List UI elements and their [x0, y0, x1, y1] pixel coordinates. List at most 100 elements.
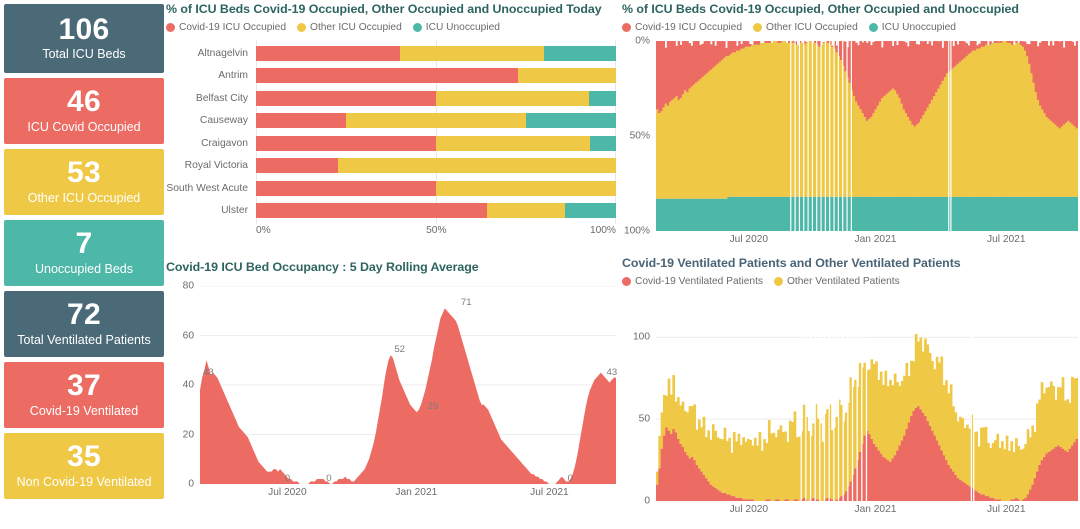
- roll-data-label: 52: [394, 344, 406, 356]
- legend-item[interactable]: Other ICU Occupied: [297, 22, 402, 33]
- panel-roll-title: Covid-19 ICU Bed Occupancy : 5 Day Rolli…: [166, 260, 479, 274]
- hbar-segment[interactable]: [400, 45, 544, 61]
- x-axis-tick: Jul 2021: [530, 487, 569, 498]
- hbar-segment[interactable]: [346, 113, 526, 129]
- roll-data-label: 29: [427, 401, 439, 413]
- panel-roll-plot: 80 60 40 20 0 43 0 0 52 29 71 0 43 Jul 2020 Jan 2021 J…: [166, 281, 618, 499]
- x-axis-tick: Jul 2020: [729, 504, 769, 515]
- hbar-row[interactable]: Royal Victoria: [166, 155, 616, 178]
- hbar-axis-tick: 100%: [589, 225, 616, 236]
- hbar-segment[interactable]: [337, 158, 616, 174]
- legend-swatch-icon: [868, 23, 878, 32]
- roll-data-label: 0: [326, 473, 332, 484]
- pct-y-axis-tick: 0%: [635, 35, 650, 47]
- x-axis-tick: Jul 2021: [986, 504, 1026, 515]
- kpi-label: Other ICU Occupied: [27, 190, 141, 205]
- panel-vent-plot: 100 50 0 Jul 2020 Jan 2021 Jul 2021: [622, 321, 1078, 515]
- pct-area-canvas: 100% 50% 0%: [624, 36, 1078, 237]
- kpi-card-total-ventilated-patients[interactable]: 72 Total Ventilated Patients: [4, 291, 164, 357]
- vent-y-axis-tick: 0: [644, 495, 650, 507]
- pct-y-axis-tick: 100%: [623, 225, 650, 237]
- kpi-value: 46: [67, 85, 101, 119]
- kpi-card-unoccupied-beds[interactable]: 7 Unoccupied Beds: [4, 220, 164, 286]
- panel-icu-beds-today: % of ICU Beds Covid-19 Occupied, Other O…: [166, 2, 616, 258]
- legend-item[interactable]: Covid-19 ICU Occupied: [166, 22, 286, 33]
- panel-rolling-average: Covid-19 ICU Bed Occupancy : 5 Day Rolli…: [166, 260, 618, 529]
- hbar-segment[interactable]: [517, 68, 616, 84]
- hbar-row[interactable]: Ulster: [166, 200, 616, 223]
- kpi-card-column: 106 Total ICU Beds 46 ICU Covid Occupied 53 O…: [4, 4, 164, 529]
- kpi-card-non-covid-19-ventilated[interactable]: 35 Non Covid-19 Ventilated: [4, 433, 164, 499]
- hbar-row[interactable]: South West Acute: [166, 177, 616, 200]
- hbar-segment[interactable]: [256, 203, 488, 219]
- hbar-track: [256, 203, 616, 219]
- legend-item[interactable]: ICU Unoccupied: [412, 22, 500, 33]
- hbar-category-label: Belfast City: [195, 92, 248, 104]
- kpi-value: 37: [67, 369, 101, 403]
- legend-item[interactable]: ICU Unoccupied: [868, 22, 956, 33]
- hbar-segment[interactable]: [436, 90, 589, 106]
- kpi-label: ICU Covid Occupied: [27, 119, 141, 134]
- pct-x-axis: Jul 2020 Jan 2021 Jul 2021: [656, 231, 1078, 247]
- legend-item[interactable]: Covid-19 ICU Occupied: [622, 22, 742, 33]
- hbar-segment[interactable]: [256, 158, 338, 174]
- hbar-track: [256, 180, 616, 196]
- legend-label: ICU Unoccupied: [425, 22, 500, 33]
- kpi-label: Unoccupied Beds: [35, 261, 133, 276]
- pct-stacked-area-svg: [656, 41, 1078, 231]
- legend-label: Covid-19 Ventilated Patients: [635, 276, 763, 287]
- legend-swatch-icon: [753, 23, 763, 32]
- hbar-segment[interactable]: [436, 180, 616, 196]
- legend-item[interactable]: Covid-19 Ventilated Patients: [622, 276, 763, 287]
- hbar-segment[interactable]: [564, 203, 616, 219]
- hbar-bar-rows: Altnagelvin Antrim Belfast City Causeway Cra…: [166, 42, 616, 222]
- vent-area-canvas: 100 50 0: [633, 321, 1078, 507]
- kpi-value: 35: [67, 440, 101, 474]
- hbar-axis-tick: 0%: [256, 225, 271, 236]
- roll-y-axis-tick: 40: [182, 379, 194, 391]
- hbar-segment[interactable]: [526, 113, 616, 129]
- kpi-value: 106: [58, 12, 110, 46]
- legend-item[interactable]: Other ICU Occupied: [753, 22, 858, 33]
- hbar-segment[interactable]: [256, 68, 518, 84]
- vent-y-axis-tick: 100: [633, 331, 650, 343]
- kpi-label: Non Covid-19 Ventilated: [16, 474, 152, 489]
- hbar-segment[interactable]: [256, 113, 346, 129]
- legend-swatch-icon: [774, 277, 783, 286]
- hbar-category-label: Royal Victoria: [184, 160, 248, 172]
- hbar-segment[interactable]: [436, 135, 590, 151]
- hbar-row[interactable]: Craigavon: [166, 132, 616, 155]
- legend-swatch-icon: [166, 23, 175, 32]
- kpi-card-other-icu-occupied[interactable]: 53 Other ICU Occupied: [4, 149, 164, 215]
- hbar-segment[interactable]: [589, 90, 616, 106]
- hbar-segment[interactable]: [256, 180, 436, 196]
- kpi-card-total-icu-beds[interactable]: 106 Total ICU Beds: [4, 4, 164, 73]
- hbar-segment[interactable]: [544, 45, 616, 61]
- roll-y-axis-tick: 20: [182, 429, 194, 440]
- kpi-card-icu-covid-occupied[interactable]: 46 ICU Covid Occupied: [4, 78, 164, 144]
- kpi-card-covid-19-ventilated[interactable]: 37 Covid-19 Ventilated: [4, 362, 164, 428]
- hbar-category-label: Altnagelvin: [197, 47, 248, 59]
- hbar-row[interactable]: Altnagelvin: [166, 42, 616, 65]
- legend-item[interactable]: Other Ventilated Patients: [774, 276, 900, 287]
- hbar-track: [256, 113, 616, 129]
- kpi-label: Total ICU Beds: [42, 47, 126, 62]
- legend-label: Other ICU Occupied: [766, 22, 858, 33]
- hbar-segment[interactable]: [256, 45, 400, 61]
- hbar-segment[interactable]: [256, 135, 436, 151]
- hbar-segment[interactable]: [256, 90, 436, 106]
- panel-hbar-legend: Covid-19 ICU Occupied Other ICU Occupied I…: [166, 22, 616, 33]
- roll-data-label: 71: [460, 297, 472, 309]
- hbar-row[interactable]: Causeway: [166, 110, 616, 133]
- hbar-segment[interactable]: [487, 203, 565, 219]
- x-axis-tick: Jan 2021: [395, 487, 438, 498]
- roll-y-axis-tick: 80: [182, 280, 194, 292]
- hbar-segment[interactable]: [589, 135, 616, 151]
- hbar-row[interactable]: Belfast City: [166, 87, 616, 110]
- vent-stacked-area-svg: [656, 321, 1078, 501]
- hbar-category-label: South West Acute: [166, 182, 248, 194]
- hbar-row[interactable]: Antrim: [166, 65, 616, 88]
- icu-dashboard: 106 Total ICU Beds 46 ICU Covid Occupied 53 O…: [0, 0, 1080, 529]
- x-axis-tick: Jul 2020: [268, 487, 307, 498]
- legend-label: Covid-19 ICU Occupied: [635, 22, 743, 33]
